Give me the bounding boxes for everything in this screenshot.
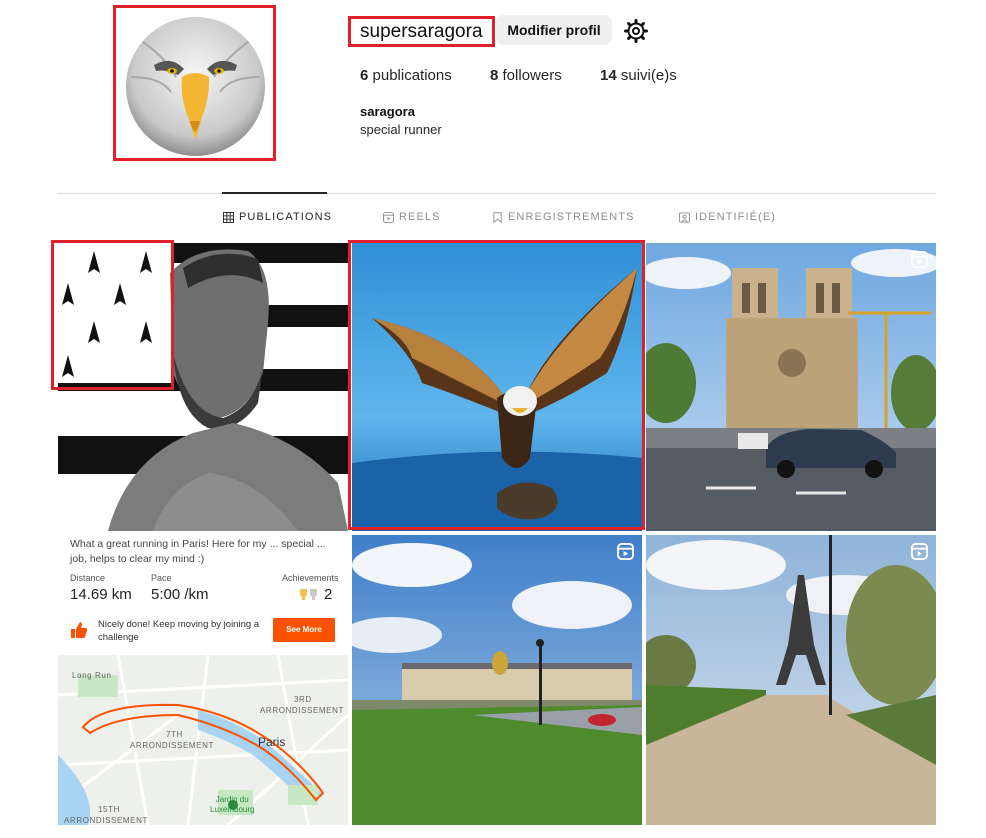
- run-caption: What a great running in Paris! Here for …: [70, 538, 326, 565]
- eagle-avatar-image: [126, 17, 265, 156]
- encourage-message: Nicely done! Keep moving by joining a ch…: [98, 619, 260, 643]
- map-arr15-label: ARRONDISSEMENT: [64, 816, 148, 825]
- publications-count: 6 publications: [360, 67, 452, 84]
- tab-tagged[interactable]: IDENTIFIÉ(E): [679, 211, 776, 223]
- profile-full-name: saragora: [360, 104, 415, 119]
- pace-label: Pace: [151, 573, 172, 583]
- followers-count[interactable]: 8 followers: [490, 67, 562, 84]
- grid-icon: [223, 211, 234, 223]
- tag-icon: [679, 211, 690, 223]
- profile-avatar[interactable]: [126, 17, 265, 156]
- trophy-icon: [300, 589, 317, 600]
- map-arr3-number: 3RD: [294, 695, 312, 704]
- see-more-button[interactable]: See More: [273, 618, 335, 642]
- following-number: 14: [600, 67, 617, 84]
- thumbs-up-icon: [71, 622, 88, 638]
- pace-value: 5:00 /km: [151, 586, 209, 603]
- tab-publications[interactable]: PUBLICATIONS: [223, 211, 332, 223]
- edit-profile-button[interactable]: Modifier profil: [496, 15, 612, 45]
- map-arr15-number: 15TH: [98, 805, 120, 814]
- achievements-value: 2: [324, 586, 333, 603]
- post-notre-dame[interactable]: [646, 243, 936, 531]
- publications-label: publications: [372, 67, 452, 84]
- tab-tagged-label: IDENTIFIÉ(E): [695, 211, 777, 223]
- map-park-line2: Luxembourg: [210, 805, 255, 814]
- reels-icon: [383, 211, 394, 223]
- eagle-highlight-box: [348, 240, 645, 530]
- following-count[interactable]: 14 suivi(e)s: [600, 67, 677, 84]
- run-map: Long Run 3RD ARRONDISSEMENT 7TH ARRONDIS…: [58, 655, 348, 825]
- following-label: suivi(e)s: [620, 67, 677, 84]
- settings-gear-icon[interactable]: [624, 19, 648, 43]
- reel-badge-icon: [617, 543, 634, 560]
- reel-badge-icon: [911, 543, 928, 560]
- avatar-highlight-box: [113, 5, 276, 161]
- tab-saved[interactable]: ENREGISTREMENTS: [492, 211, 635, 223]
- map-park-label: Jardin du Luxembourg: [210, 795, 254, 815]
- tab-publications-label: PUBLICATIONS: [239, 211, 333, 223]
- map-paris-label: Paris: [258, 735, 286, 749]
- reel-badge-icon: [911, 251, 928, 268]
- distance-value: 14.69 km: [70, 586, 132, 603]
- active-tab-indicator: [222, 192, 327, 194]
- header-divider: [57, 193, 936, 194]
- username: supersaragora: [348, 16, 495, 47]
- tab-reels-label: REELS: [399, 211, 441, 223]
- post-invalides[interactable]: [352, 535, 642, 825]
- tab-reels[interactable]: REELS: [383, 211, 441, 223]
- distance-label: Distance: [70, 573, 106, 583]
- post-eiffel-tower[interactable]: [646, 535, 936, 825]
- post-strava-run[interactable]: What a great running in Paris! Here for …: [58, 535, 348, 825]
- map-park-line1: Jardin du: [215, 795, 249, 804]
- map-arr7-label: ARRONDISSEMENT: [130, 741, 214, 750]
- tab-saved-label: ENREGISTREMENTS: [508, 211, 635, 223]
- flag-highlight-box: [51, 240, 174, 390]
- map-long-run-label: Long Run: [72, 671, 112, 680]
- eiffel-tower-image: [646, 535, 936, 825]
- bookmark-icon: [493, 211, 502, 223]
- map-arr7-number: 7TH: [166, 730, 183, 739]
- followers-number: 8: [490, 67, 499, 84]
- invalides-image: [352, 535, 642, 825]
- notre-dame-image: [646, 243, 936, 531]
- followers-label: followers: [502, 67, 562, 84]
- profile-bio: special runner: [360, 122, 442, 137]
- map-arr3-label: ARRONDISSEMENT: [260, 706, 344, 715]
- map-roads: [58, 655, 348, 825]
- publications-number: 6: [360, 67, 369, 84]
- achievements-label: Achievements: [282, 573, 339, 583]
